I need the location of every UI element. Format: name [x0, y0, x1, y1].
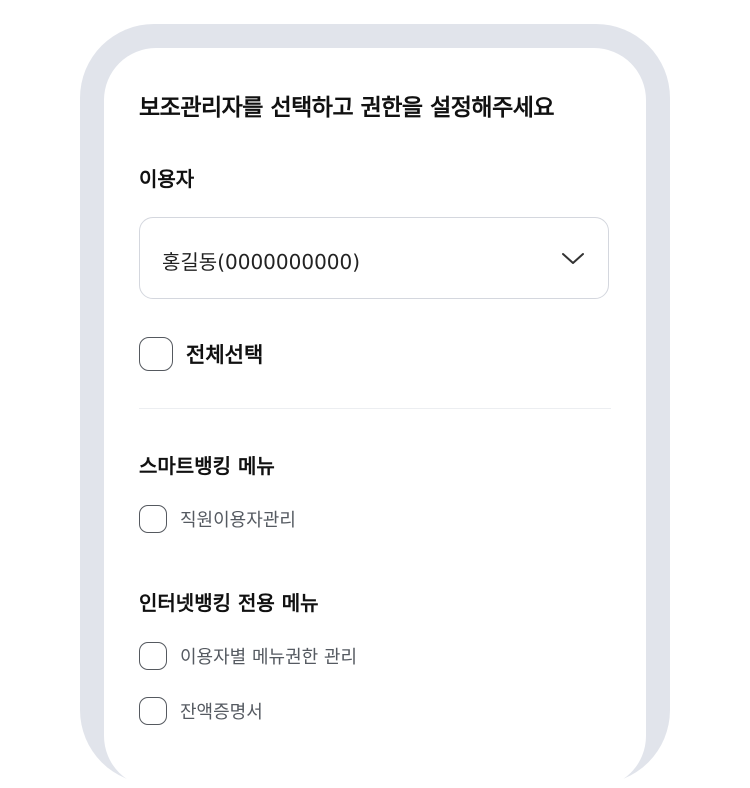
- page-title: 보조관리자를 선택하고 권한을 설정해주세요: [139, 95, 555, 121]
- menu-item-label: 이용자별 메뉴권한 관리: [180, 647, 358, 668]
- menu-item-row[interactable]: 잔액증명서: [139, 697, 263, 725]
- screen: [104, 48, 646, 788]
- select-all-checkbox-row[interactable]: 전체선택: [139, 337, 263, 371]
- user-select-value: 홍길동(0000000000): [162, 250, 361, 274]
- menu-item-row[interactable]: 직원이용자관리: [139, 505, 296, 533]
- menu-item-label: 직원이용자관리: [180, 510, 296, 531]
- menu-item-label: 잔액증명서: [180, 702, 263, 723]
- section-title-internet-banking: 인터넷뱅킹 전용 메뉴: [139, 591, 319, 615]
- menu-item-checkbox[interactable]: [139, 697, 167, 725]
- user-field-label: 이용자: [139, 167, 195, 191]
- section-title-smart-banking: 스마트뱅킹 메뉴: [139, 454, 275, 478]
- select-all-label: 전체선택: [186, 343, 264, 367]
- menu-item-checkbox[interactable]: [139, 505, 167, 533]
- select-all-checkbox[interactable]: [139, 337, 173, 371]
- chevron-down-icon: [562, 253, 584, 264]
- menu-item-checkbox[interactable]: [139, 642, 167, 670]
- user-select[interactable]: 홍길동(0000000000): [139, 217, 609, 299]
- divider: [139, 408, 611, 409]
- menu-item-row[interactable]: 이용자별 메뉴권한 관리: [139, 642, 357, 670]
